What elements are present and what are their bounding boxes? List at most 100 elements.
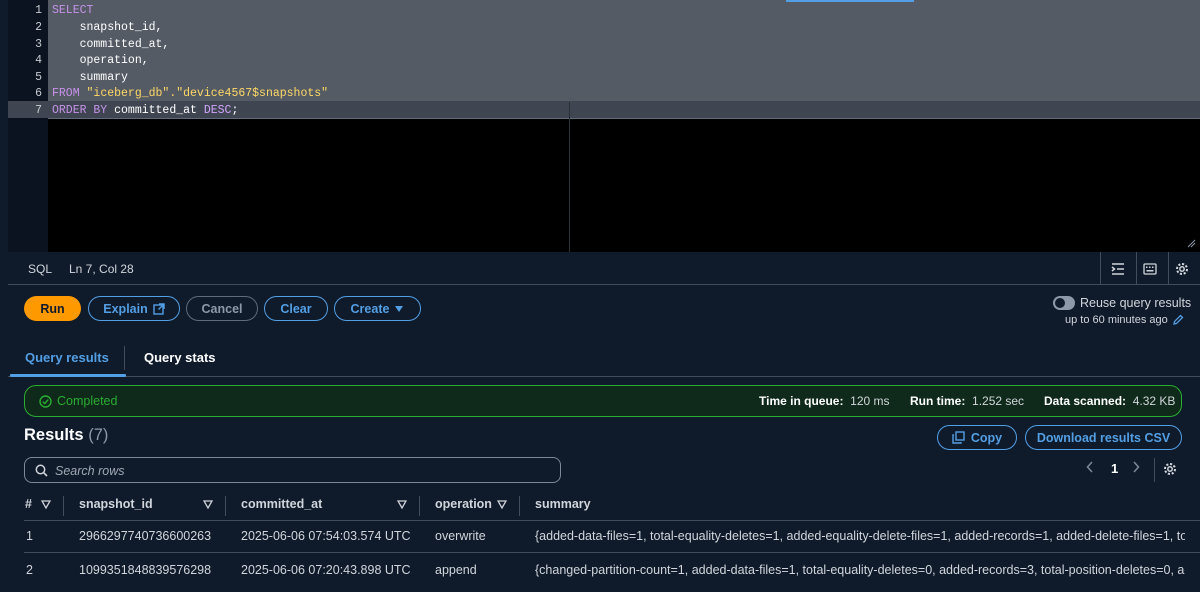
column-divider xyxy=(419,496,420,516)
reuse-results-label: Reuse query results xyxy=(1080,296,1192,310)
stat-value: 4.32 KB xyxy=(1132,394,1176,408)
current-page-number[interactable]: 1 xyxy=(1111,461,1118,476)
sort-caret-down-icon[interactable] xyxy=(203,500,213,509)
results-count: (7) xyxy=(88,426,109,444)
external-link-icon xyxy=(153,302,165,315)
cancel-button[interactable]: Cancel xyxy=(186,296,258,321)
column-divider xyxy=(519,496,520,516)
settings-gear-icon[interactable] xyxy=(1172,259,1192,279)
tab-divider xyxy=(124,346,125,370)
code-text: snapshot_id, xyxy=(52,21,163,34)
reuse-duration-text: up to 60 minutes ago xyxy=(1065,314,1168,326)
cursor-position: Ln 7, Col 28 xyxy=(69,262,134,276)
download-button-label: Download results CSV xyxy=(1036,430,1171,445)
table-settings-gear-icon[interactable] xyxy=(1163,462,1177,476)
copy-icon xyxy=(952,431,965,444)
time-in-queue: Time in queue: 120 ms xyxy=(759,394,890,408)
copy-button[interactable]: Copy xyxy=(937,425,1017,450)
editor-tab-indicator xyxy=(786,0,914,2)
column-header-snapshot-id[interactable]: snapshot_id xyxy=(79,497,153,511)
run-button[interactable]: Run xyxy=(24,296,81,321)
line-number: 7 xyxy=(35,104,42,117)
tab-query-results[interactable]: Query results xyxy=(25,350,109,365)
editor-status-bar: SQL Ln 7, Col 28 xyxy=(8,252,1200,285)
sql-keyword: DESC xyxy=(203,104,232,117)
column-header-summary[interactable]: summary xyxy=(535,497,591,511)
code-line-2[interactable]: snapshot_id, xyxy=(52,19,163,36)
cell-operation: append xyxy=(435,563,477,577)
column-divider xyxy=(225,496,226,516)
cell-index: 2 xyxy=(26,563,33,577)
table-header-border xyxy=(24,520,1200,521)
create-button-label: Create xyxy=(350,301,390,316)
column-header-operation[interactable]: operation xyxy=(435,497,492,511)
cell-snapshot-id: 2966297740736600263 xyxy=(79,529,212,543)
code-line-4[interactable]: operation, xyxy=(52,52,149,69)
search-input[interactable] xyxy=(55,462,545,480)
run-time: Run time: 1.252 sec xyxy=(910,394,1024,408)
data-scanned: Data scanned: 4.32 KB xyxy=(1044,394,1175,408)
sql-keyword: FROM xyxy=(52,87,87,100)
reuse-results-toggle[interactable] xyxy=(1053,296,1075,310)
sort-caret-down-icon[interactable] xyxy=(41,500,51,509)
next-page-button[interactable] xyxy=(1132,461,1140,476)
divider xyxy=(1136,252,1137,285)
edit-pencil-icon[interactable] xyxy=(1172,314,1184,326)
download-csv-button[interactable]: Download results CSV xyxy=(1025,425,1182,450)
toggle-knob xyxy=(1055,298,1065,308)
chevron-left-icon xyxy=(1086,461,1093,473)
sort-caret-down-icon[interactable] xyxy=(397,500,407,509)
stat-value: 1.252 sec xyxy=(972,394,1025,408)
code-line-7[interactable]: ORDER BY committed_at DESC; xyxy=(52,102,238,119)
run-button-label: Run xyxy=(40,301,65,316)
sql-keyword: SELECT xyxy=(52,4,94,17)
column-header-committed-at[interactable]: committed_at xyxy=(241,497,322,511)
cancel-button-label: Cancel xyxy=(201,301,243,316)
code-text: operation, xyxy=(52,54,149,67)
copy-button-label: Copy xyxy=(970,430,1003,445)
code-line-6[interactable]: FROM "iceberg_db"."device4567$snapshots" xyxy=(52,85,328,102)
status-completed: Completed xyxy=(39,394,117,408)
code-text: committed_at, xyxy=(52,38,170,51)
code-line-1[interactable]: SELECT xyxy=(52,2,93,19)
explain-button-label: Explain xyxy=(103,301,148,316)
results-title: Results xyxy=(24,426,84,444)
keyboard-icon[interactable] xyxy=(1140,259,1160,279)
pager-divider xyxy=(1154,458,1155,482)
query-status-banner: Completed Time in queue: 120 ms Run time… xyxy=(24,385,1182,417)
previous-page-button[interactable] xyxy=(1086,461,1094,476)
explain-button[interactable]: Explain xyxy=(88,296,180,321)
sort-caret-down-icon[interactable] xyxy=(497,500,507,509)
search-rows-field[interactable] xyxy=(24,457,561,483)
sql-keyword: ORDER BY xyxy=(52,104,115,117)
format-query-icon[interactable] xyxy=(1108,259,1128,279)
sql-editor[interactable]: 1 2 3 4 5 6 7 SELECT snapshot_id, commit… xyxy=(8,0,1200,252)
stat-label: Time in queue: xyxy=(759,394,844,408)
line-number: 1 xyxy=(35,4,42,17)
tab-query-stats[interactable]: Query stats xyxy=(144,350,216,365)
language-label: SQL xyxy=(28,262,53,276)
divider xyxy=(1168,252,1169,285)
clear-button[interactable]: Clear xyxy=(264,296,328,321)
chevron-right-icon xyxy=(1133,461,1140,473)
code-line-5[interactable]: summary xyxy=(52,69,128,86)
tabs-underline xyxy=(8,376,1200,377)
clear-button-label: Clear xyxy=(280,301,312,316)
cell-summary: {added-data-files=1, total-equality-dele… xyxy=(535,529,1185,543)
sql-string: "iceberg_db"."device4567$snapshots" xyxy=(86,87,329,100)
cell-operation: overwrite xyxy=(435,529,486,543)
cell-committed-at: 2025-06-06 07:20:43.898 UTC xyxy=(241,563,411,577)
code-line-3[interactable]: committed_at, xyxy=(52,36,170,53)
stat-label: Data scanned: xyxy=(1044,394,1127,408)
cell-snapshot-id: 1099351848839576298 xyxy=(79,563,212,577)
active-tab-indicator xyxy=(10,374,126,377)
reuse-results-duration: up to 60 minutes ago xyxy=(1065,314,1184,326)
resize-grip-icon[interactable] xyxy=(1187,239,1196,248)
line-number: 5 xyxy=(35,71,42,84)
code-text: summary xyxy=(52,71,128,84)
check-circle-icon xyxy=(39,394,52,408)
editor-split-divider xyxy=(569,102,570,252)
status-text: Completed xyxy=(57,394,118,408)
create-dropdown-button[interactable]: Create xyxy=(334,296,421,321)
search-icon xyxy=(35,464,48,477)
